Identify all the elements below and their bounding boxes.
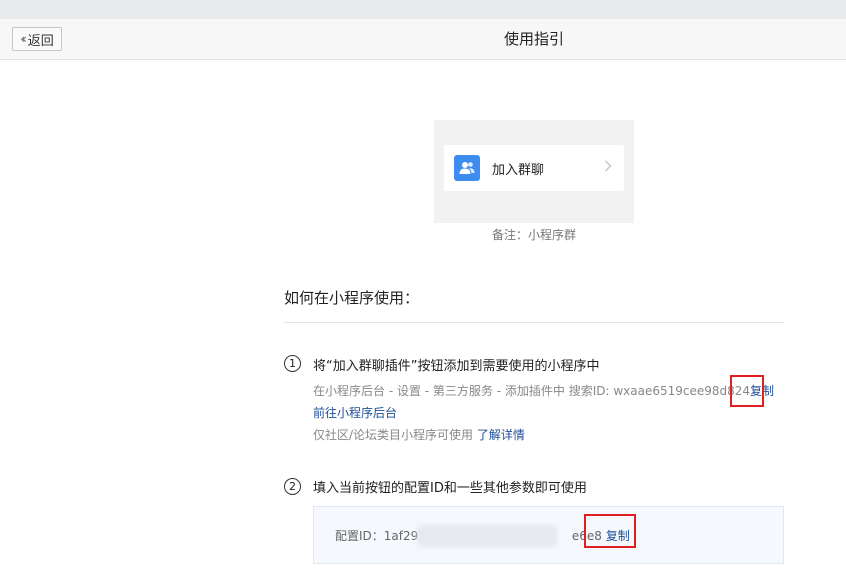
step-1-note-text: 仅社区/论坛类目小程序可使用: [313, 428, 474, 442]
users-icon: [454, 155, 480, 181]
redacted-blur: [417, 525, 557, 547]
chevron-right-icon: [604, 160, 612, 176]
learn-more-link[interactable]: 了解详情: [477, 428, 525, 442]
plugin-preview: 加入群聊: [434, 120, 634, 223]
section-divider: [284, 322, 784, 323]
step-1-number: 1: [284, 355, 301, 372]
join-group-plugin-card[interactable]: 加入群聊: [444, 145, 624, 191]
step-1-note-line: 仅社区/论坛类目小程序可使用 了解详情: [313, 426, 525, 443]
page-title: 使用指引: [503, 30, 564, 48]
step-1-path-text: 在小程序后台 - 设置 - 第三方服务 - 添加插件中 搜索ID: wxaae6…: [313, 384, 751, 398]
goto-miniprogram-admin-link[interactable]: 前往小程序后台: [313, 404, 397, 421]
plugin-label: 加入群聊: [492, 162, 545, 178]
config-id-prefix: 配置ID：1af297: [335, 529, 426, 543]
step-2-number: 2: [284, 478, 301, 495]
browser-top-strip: [0, 0, 846, 19]
highlight-box: [730, 375, 764, 407]
step-2-title: 填入当前按钮的配置ID和一些其他参数即可使用: [313, 481, 587, 496]
header-bar: ‹‹ 返回 使用指引: [0, 19, 846, 60]
step-1-path-line: 在小程序后台 - 设置 - 第三方服务 - 添加插件中 搜索ID: wxaae6…: [313, 382, 774, 399]
config-id-box: 配置ID：1af297 e6e8 复制: [313, 506, 784, 564]
highlight-box: [584, 514, 636, 548]
section-title: 如何在小程序使用：: [284, 289, 420, 307]
step-1-title: 将“加入群聊插件”按钮添加到需要使用的小程序中: [313, 359, 600, 374]
preview-remark: 备注：小程序群: [491, 228, 576, 242]
